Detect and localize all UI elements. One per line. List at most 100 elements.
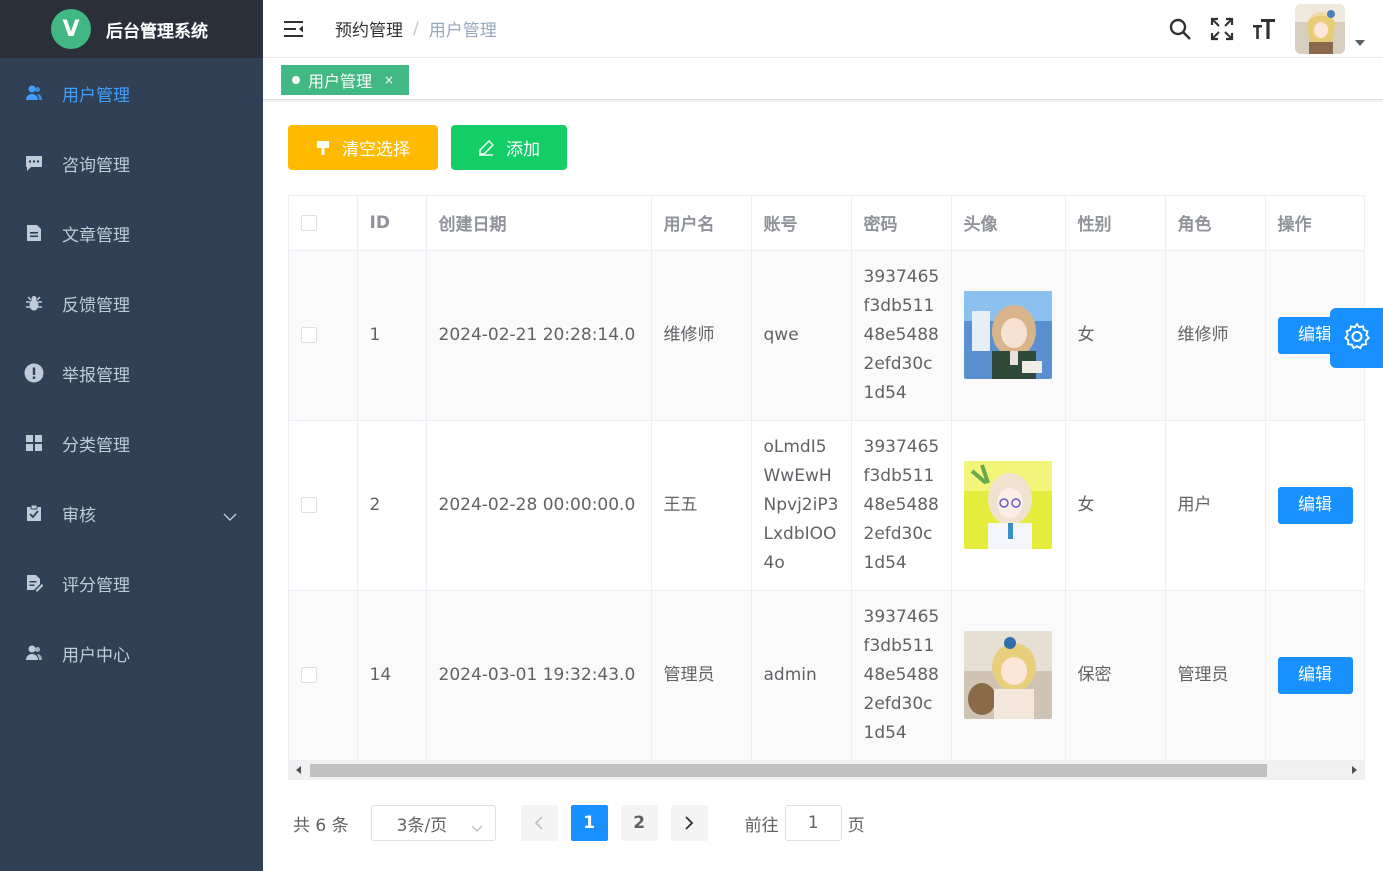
row-select[interactable] [289, 590, 358, 761]
add-label: 添加 [506, 140, 540, 160]
cell-password: 3937465f3db51148e54882efd30c1d54 [851, 590, 952, 761]
sidebar-item-user-center[interactable]: 用户中心 [0, 618, 263, 688]
row-select[interactable] [289, 420, 358, 591]
search-icon[interactable] [1167, 16, 1193, 42]
sidebar-item-label: 反馈管理 [62, 295, 130, 316]
sidebar-item-label: 文章管理 [62, 225, 130, 246]
hamburger-icon[interactable] [283, 18, 305, 40]
column-header: 密码 [851, 196, 952, 251]
user-icon [24, 83, 44, 103]
breadcrumb-item[interactable]: 预约管理 [335, 16, 403, 41]
row-select[interactable] [289, 250, 358, 421]
tag-user-management[interactable]: 用户管理 × [281, 65, 410, 95]
sidebar-item-consult[interactable]: 咨询管理 [0, 128, 263, 198]
prev-page-button[interactable] [520, 805, 558, 841]
avatar-image [963, 461, 1052, 549]
sidebar-item-label: 举报管理 [62, 365, 130, 386]
column-header: 性别 [1065, 196, 1166, 251]
next-page-button[interactable] [670, 805, 708, 841]
sidebar-item-label: 审核 [62, 505, 96, 526]
chevron-down-icon [223, 506, 237, 526]
sidebar-item-review[interactable]: 审核 [0, 478, 263, 548]
avatar-image [963, 291, 1052, 379]
edit-button[interactable]: 编辑 [1277, 656, 1353, 694]
add-button[interactable]: 添加 [451, 125, 567, 170]
cell-avatar [951, 250, 1066, 421]
cell-password: 3937465f3db51148e54882efd30c1d54 [851, 420, 952, 591]
close-icon[interactable]: × [384, 73, 394, 87]
tags-view: 用户管理 × [263, 58, 1383, 100]
cell-gender: 女 [1065, 250, 1166, 421]
page-number[interactable]: 2 [620, 805, 658, 841]
chat-icon [24, 153, 44, 173]
page-jumper: 前往 1 页 [745, 805, 865, 841]
sidebar-item-user-management[interactable]: 用户管理 [0, 58, 263, 128]
table-row: 14 2024-03-01 19:32:43.0 管理员 admin 39374… [289, 590, 1364, 761]
edit-button[interactable]: 编辑 [1277, 486, 1353, 524]
logo-icon: V [51, 9, 91, 49]
avatar[interactable] [1295, 4, 1345, 54]
edit-icon [478, 139, 494, 156]
cell-created: 2024-03-01 19:32:43.0 [426, 590, 652, 761]
table-header-row: ID 创建日期 用户名 账号 密码 头像 性别 角色 操作 [289, 196, 1364, 251]
fullscreen-icon[interactable] [1209, 16, 1235, 42]
settings-button[interactable] [1330, 308, 1383, 368]
warning-icon [24, 363, 44, 383]
cell-username: 王五 [651, 420, 752, 591]
sidebar-item-article[interactable]: 文章管理 [0, 198, 263, 268]
user-dropdown[interactable] [1295, 4, 1365, 54]
grid-icon [24, 433, 44, 453]
clear-selection-button[interactable]: 清空选择 [288, 125, 438, 170]
table-row: 2 2024-02-28 00:00:00.0 王五 oLmdI5WwEwHNp… [289, 420, 1364, 591]
row-checkbox[interactable] [301, 497, 317, 513]
sidebar-item-category[interactable]: 分类管理 [0, 408, 263, 478]
scrollbar-thumb[interactable] [310, 764, 1267, 777]
breadcrumb-current: 用户管理 [428, 21, 497, 41]
sidebar-item-label: 用户管理 [62, 85, 130, 106]
cell-created: 2024-02-21 20:28:14.0 [426, 250, 652, 421]
sidebar-item-report[interactable]: 举报管理 [0, 338, 263, 408]
clear-selection-label: 清空选择 [342, 140, 410, 160]
horizontal-scrollbar[interactable] [289, 760, 1364, 779]
font-size-icon[interactable] [1251, 16, 1277, 42]
scroll-left-arrow-icon[interactable] [296, 766, 301, 774]
cell-avatar [951, 590, 1066, 761]
scroll-right-arrow-icon[interactable] [1352, 766, 1357, 774]
chevron-down-icon [471, 818, 483, 838]
cell-role: 维修师 [1165, 250, 1266, 421]
user-table: ID 创建日期 用户名 账号 密码 头像 性别 角色 操作 1 2024-02-… [288, 195, 1365, 780]
cell-username: 维修师 [651, 250, 752, 421]
table-row: 1 2024-02-21 20:28:14.0 维修师 qwe 3937465f… [289, 250, 1364, 421]
cell-role: 用户 [1165, 420, 1266, 591]
goto-page-input[interactable]: 1 [784, 805, 842, 841]
select-all-checkbox[interactable] [301, 214, 317, 231]
cell-account: qwe [751, 250, 852, 421]
sidebar-item-rating[interactable]: 评分管理 [0, 548, 263, 618]
column-header: 账号 [751, 196, 852, 251]
caret-down-icon [1355, 40, 1365, 46]
breadcrumb-separator: / [413, 18, 419, 39]
document-icon [24, 223, 44, 243]
page-size-select[interactable]: 3条/页 [370, 805, 496, 841]
goto-label: 前往 [744, 815, 779, 836]
avatar-image [963, 631, 1052, 719]
sidebar-item-label: 评分管理 [62, 575, 130, 596]
header-select-all[interactable] [289, 196, 358, 251]
pagination-total: 共 6 条 [293, 815, 349, 836]
cell-created: 2024-02-28 00:00:00.0 [426, 420, 652, 591]
app-title: 后台管理系统 [106, 21, 208, 42]
top-navbar: 预约管理 / 用户管理 [263, 0, 1383, 58]
row-checkbox[interactable] [301, 327, 317, 343]
tag-dot [292, 76, 300, 84]
sidebar-item-feedback[interactable]: 反馈管理 [0, 268, 263, 338]
page-number[interactable]: 1 [570, 805, 608, 841]
row-checkbox[interactable] [301, 667, 317, 683]
cell-gender: 保密 [1065, 590, 1166, 761]
goto-suffix: 页 [847, 815, 865, 836]
breadcrumb: 预约管理 / 用户管理 [335, 16, 497, 42]
cell-username: 管理员 [651, 590, 752, 761]
cell-id: 14 [357, 590, 427, 761]
user-icon [24, 643, 44, 663]
brush-icon [316, 140, 330, 156]
sidebar-item-label: 用户中心 [62, 645, 130, 666]
